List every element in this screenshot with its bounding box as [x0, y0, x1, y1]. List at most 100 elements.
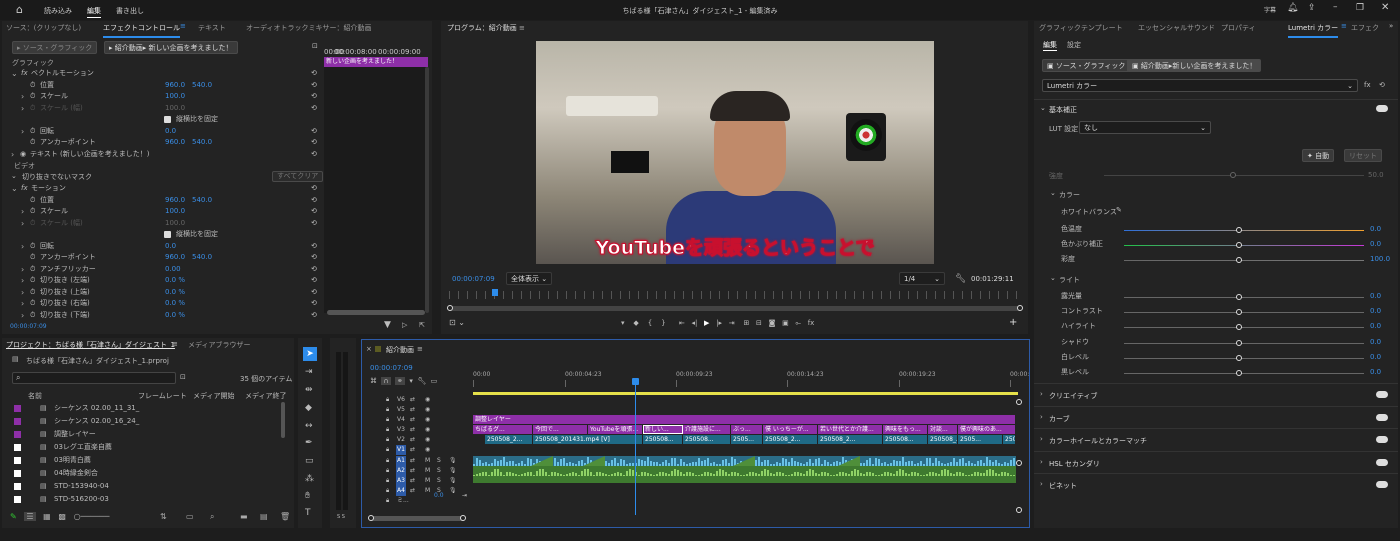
close-icon[interactable]: ✕ [1381, 2, 1389, 13]
slider-value[interactable]: 0.0 [1370, 306, 1381, 317]
label-color-swatch[interactable] [14, 483, 21, 490]
tab-effects[interactable]: エフェク [1351, 23, 1379, 33]
color-slider[interactable] [1124, 257, 1364, 263]
nest-icon[interactable]: ⌘ [370, 377, 377, 385]
stopwatch-icon[interactable]: ⏱ [30, 241, 35, 252]
wrench-icon[interactable]: 🔧︎ [955, 274, 966, 284]
track-label[interactable]: V2 [396, 435, 406, 445]
light-slider[interactable] [1124, 294, 1364, 300]
label-color-swatch[interactable] [14, 470, 21, 477]
program-scrollbar[interactable] [447, 305, 1023, 311]
mic-icon[interactable]: 🎙︎ [449, 466, 457, 476]
more-tabs-icon[interactable]: » [1389, 22, 1393, 30]
property-value-1[interactable]: 100.0 [165, 206, 185, 217]
sync-icon[interactable]: ⇄ [410, 415, 415, 425]
reset-icon[interactable]: ⟲ [311, 137, 317, 148]
tab-effect-controls[interactable]: エフェクトコントロール [103, 23, 180, 38]
solo-icon[interactable]: S [437, 456, 441, 466]
light-slider[interactable] [1124, 354, 1364, 361]
slider-value[interactable]: 0.0 [1370, 291, 1381, 302]
chevron-right-icon[interactable]: › [21, 264, 24, 275]
marker-icon[interactable]: ▾ [409, 377, 413, 385]
v-scroll-knob-mid[interactable] [1016, 460, 1022, 466]
project-search[interactable]: ⌕ [12, 372, 176, 384]
stopwatch-icon[interactable]: ⏱ [30, 91, 35, 102]
effect-name[interactable]: テキスト (新しい企画を考えました！) [30, 149, 149, 160]
chevron-right-icon[interactable]: › [1040, 480, 1043, 488]
stopwatch-icon[interactable]: ⏱ [30, 252, 35, 263]
effect-select[interactable]: Lumetri カラー ⌄ [1042, 79, 1358, 92]
text-tool-icon[interactable]: T [305, 508, 311, 518]
v2-clip[interactable]: 250508... [643, 435, 683, 444]
lumetri-section[interactable]: › カラーホイールとカラーマッチ [1034, 428, 1398, 450]
lut-select[interactable]: なし ⌄ [1079, 121, 1211, 134]
v2-clip[interactable]: 250508_201431.mp4 [V] [533, 435, 643, 444]
mute-icon[interactable]: M [425, 466, 430, 476]
chevron-right-icon[interactable]: › [21, 241, 24, 252]
program-playhead[interactable] [492, 289, 498, 296]
sync-icon[interactable]: ⇄ [410, 405, 415, 415]
meter-solo[interactable]: S S [337, 514, 345, 520]
fit-select[interactable]: 全体表示 ⌄ [506, 272, 553, 285]
chevron-right-icon[interactable]: › [21, 91, 24, 102]
timeline-timecode[interactable]: 00:00:07:09 [370, 364, 413, 372]
mark-out-icon[interactable]: } [661, 319, 665, 327]
list-item[interactable]: ▤ シーケンス 02.00_11_31_ [2, 402, 282, 415]
chevron-down-icon[interactable]: ⌄ [11, 172, 17, 180]
linked-icon[interactable]: ⚭ [395, 377, 405, 385]
scrollbar-h[interactable] [327, 310, 425, 315]
reset-icon[interactable]: ⟲ [311, 149, 317, 160]
sync-icon[interactable]: ⇄ [410, 476, 415, 486]
lumetri-section[interactable]: › クリエイティブ [1034, 383, 1398, 405]
sync-icon[interactable]: ⇄ [410, 395, 415, 405]
color-section[interactable]: カラー [1059, 190, 1080, 200]
light-slider[interactable] [1124, 339, 1364, 346]
chevron-right-icon[interactable]: › [1040, 390, 1043, 398]
v2-clip[interactable]: 250508... [683, 435, 731, 444]
v3-clip[interactable]: 今回で... [533, 425, 588, 434]
property-value-2[interactable]: 540.0 [192, 80, 212, 91]
stopwatch-icon[interactable]: ⏱ [30, 195, 35, 206]
slider-value[interactable]: 0.0 [1370, 239, 1381, 250]
reset-icon[interactable]: ⟲ [311, 310, 317, 321]
light-slider[interactable] [1124, 309, 1364, 316]
sync-icon[interactable]: ⇄ [410, 486, 415, 496]
eye-icon[interactable]: ◉ [425, 415, 430, 425]
eyedropper-icon[interactable]: ✎ [1116, 206, 1122, 214]
lock-icon[interactable]: 🔒︎ [386, 395, 389, 405]
track-header[interactable]: 🔒︎ A4 ⇄ M S 🎙︎ [362, 486, 472, 496]
label-color-swatch[interactable] [14, 496, 21, 503]
tab-media-browser[interactable]: メディアブラウザー [188, 340, 251, 350]
track-label[interactable]: V4 [396, 415, 406, 425]
panel-menu-icon[interactable]: ≡ [519, 24, 525, 32]
slider-knob[interactable] [1236, 242, 1242, 248]
export-icon[interactable]: ⇱ [419, 321, 425, 329]
list-item[interactable]: ▤ シーケンス 02.00_16_24_ [2, 415, 282, 428]
new-item-icon[interactable]: ▤ [260, 512, 268, 521]
tab-essential-sound[interactable]: エッセンシャルサウンド [1138, 23, 1215, 33]
section-toggle[interactable] [1376, 391, 1388, 398]
track-label[interactable]: A1 [396, 456, 406, 466]
sync-icon[interactable]: ⇄ [410, 456, 415, 466]
reset-icon[interactable]: ⟲ [311, 195, 317, 206]
slider-knob[interactable] [1236, 227, 1242, 233]
v3-clip[interactable]: 介護施設に... [683, 425, 731, 434]
v3-clip[interactable]: 若い世代とか介護... [818, 425, 883, 434]
property-value-1[interactable]: 100.0 [165, 103, 185, 114]
v-scroll-knob-bot[interactable] [1016, 507, 1022, 513]
selection-tool-icon[interactable]: ➤ [303, 347, 317, 361]
property-value-1[interactable]: 0.0 % [165, 275, 185, 286]
folder-icon[interactable]: ▬ [240, 512, 248, 521]
track-label[interactable]: V3 [396, 425, 406, 435]
add-button-icon[interactable]: + [1009, 317, 1017, 328]
v2-clip[interactable]: 250508... [883, 435, 928, 444]
basic-correction-header[interactable]: 基本補正 [1049, 105, 1077, 115]
section-toggle[interactable] [1376, 436, 1388, 443]
intensity-value[interactable]: 50.0 [1368, 171, 1384, 179]
track-label[interactable]: A4 [396, 486, 406, 496]
property-value-1[interactable]: 960.0 [165, 137, 185, 148]
sync-icon[interactable]: ⇄ [410, 466, 415, 476]
expand-icon[interactable]: ⊡ [312, 42, 318, 50]
eye-icon[interactable]: ◉ [425, 395, 430, 405]
track-label[interactable]: A3 [396, 476, 406, 486]
